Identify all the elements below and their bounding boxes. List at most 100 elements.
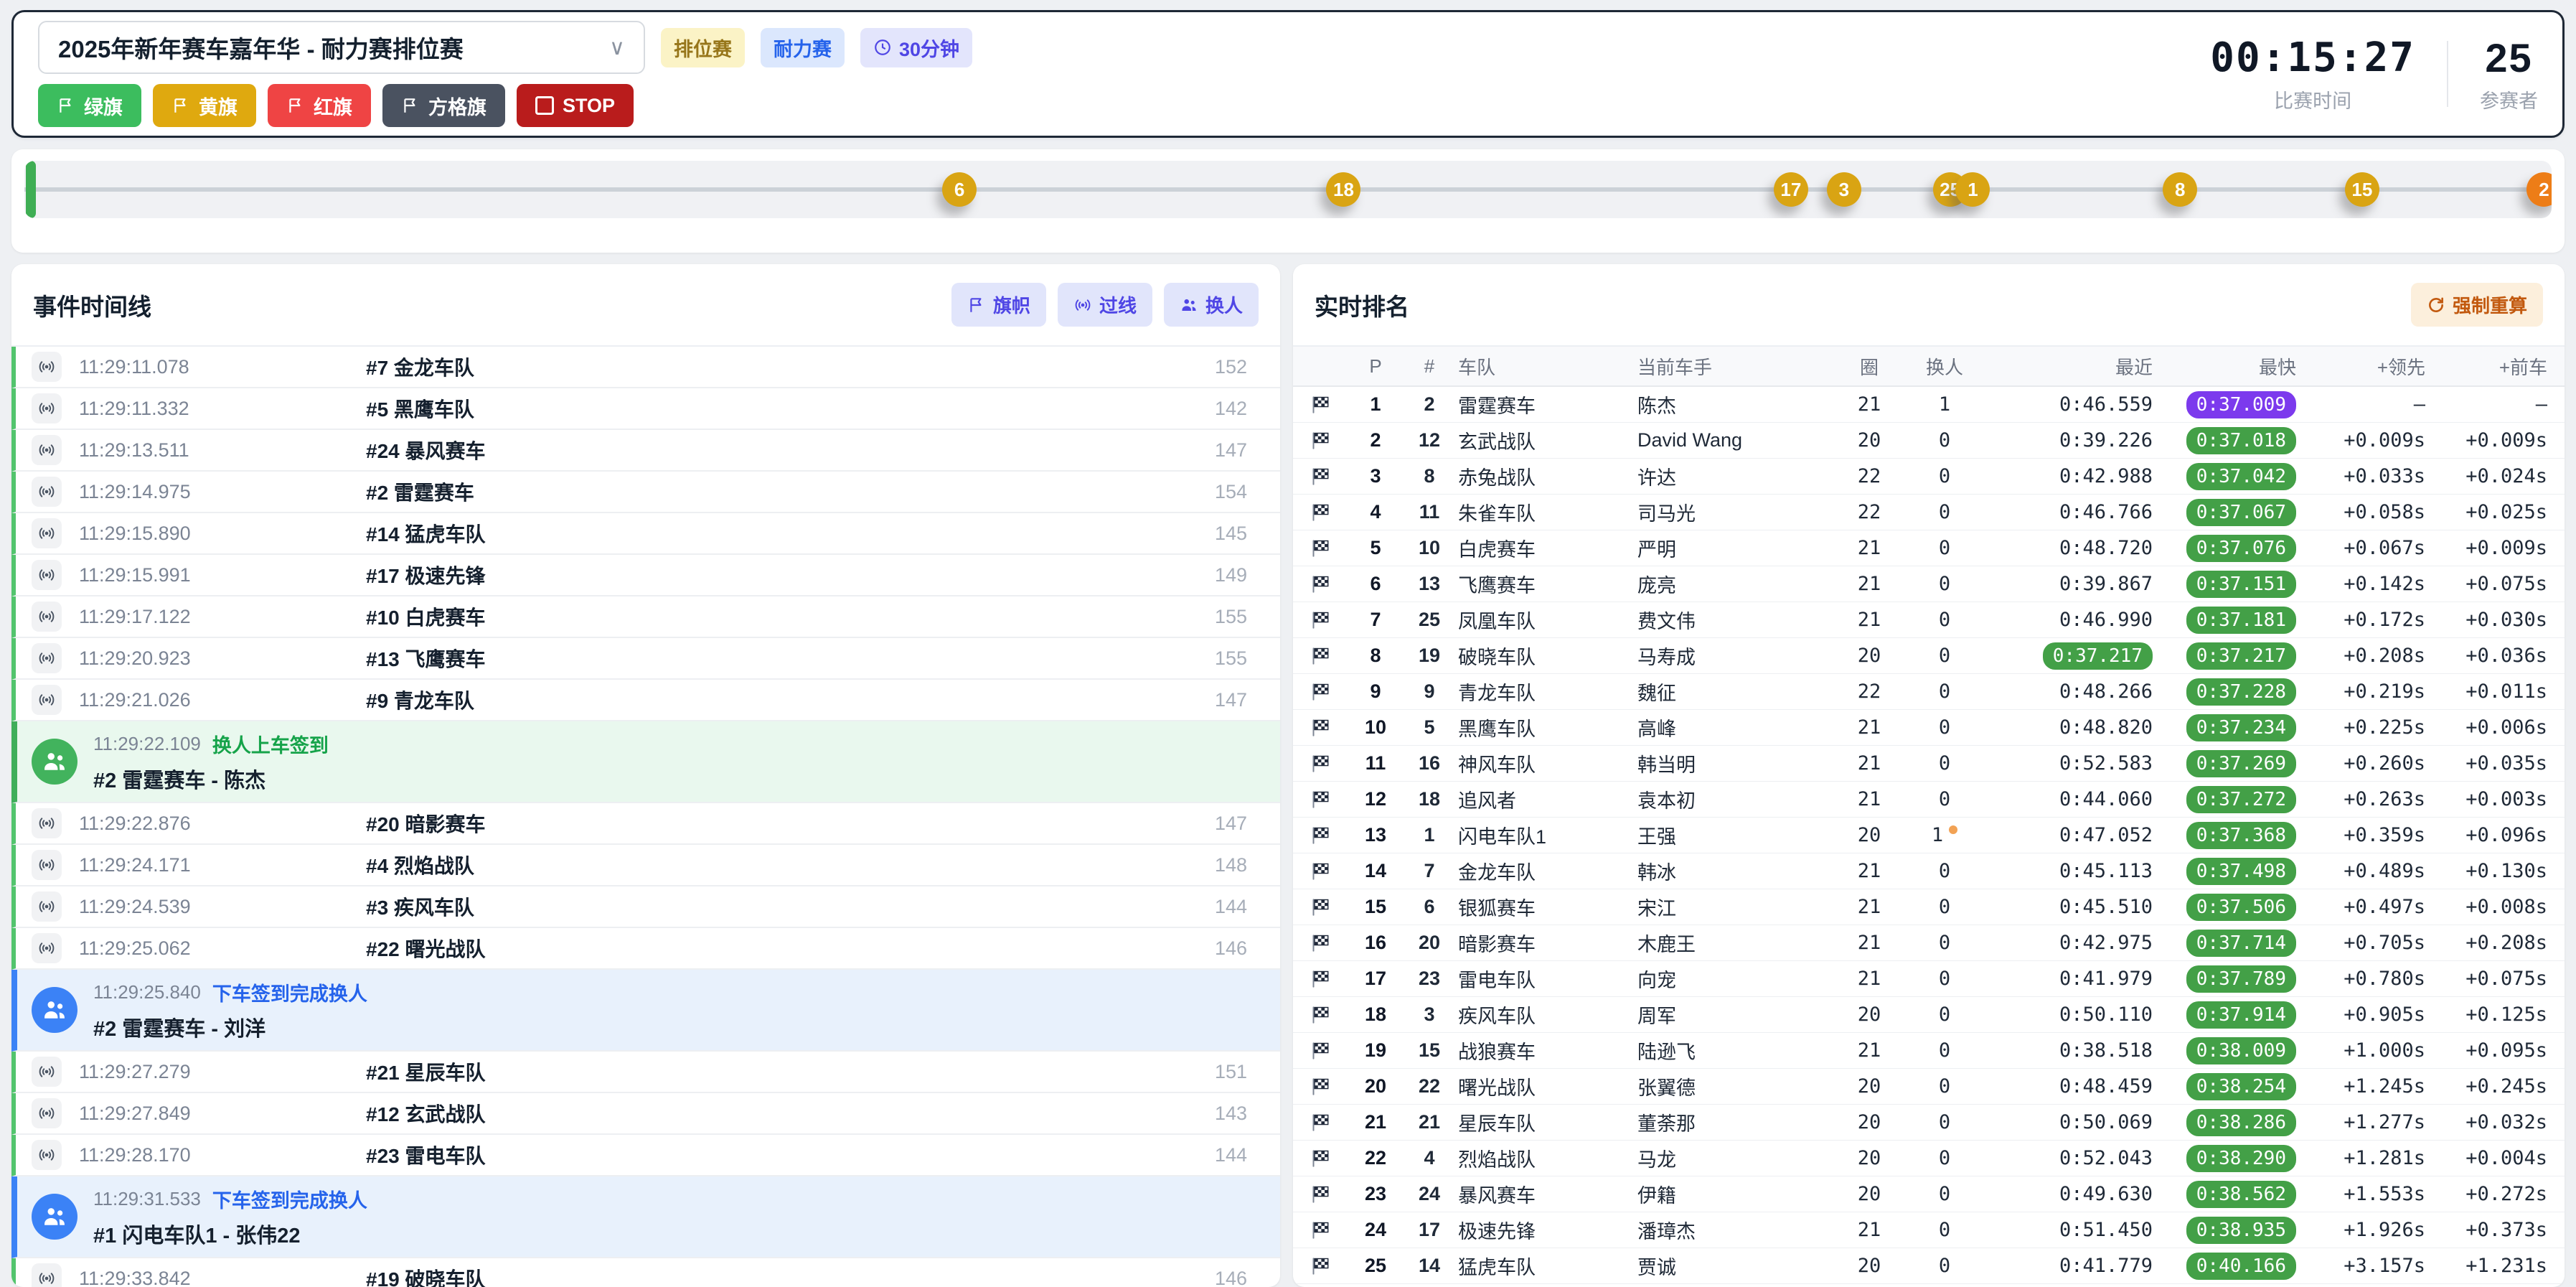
- swap-count: 0: [1902, 465, 1988, 487]
- standings-row[interactable]: 99青龙车队魏征2200:48.2660:37.228+0.219s+0.011…: [1293, 674, 2565, 710]
- position: 1: [1350, 393, 1401, 416]
- swap-count: 0: [1902, 1219, 1988, 1241]
- event-row-crossing[interactable]: 11:29:25.062#22 曙光战队146: [11, 928, 1280, 970]
- standings-row[interactable]: 613飞鹰赛车庞亮2100:39.8670:37.151+0.142s+0.07…: [1293, 566, 2565, 602]
- standings-row[interactable]: 224烈焰战队马龙2000:52.0430:38.290+1.281s+0.00…: [1293, 1141, 2565, 1176]
- position: 3: [1350, 465, 1401, 487]
- flag-buttons: 绿旗黄旗红旗方格旗 STOP: [38, 84, 972, 127]
- standings-row[interactable]: 2514猛虎车队贾诚2000:41.7790:40.166+3.157s+1.2…: [1293, 1248, 2565, 1284]
- event-row-crossing[interactable]: 11:29:27.279#21 星辰车队151: [11, 1052, 1280, 1093]
- checkered-flag-cell: [1310, 825, 1350, 846]
- fastest-lap-cell: 0:37.228: [2153, 678, 2296, 706]
- crossing-icon: [37, 1146, 56, 1164]
- event-row-crossing[interactable]: 11:29:28.170#23 雷电车队144: [11, 1135, 1280, 1176]
- flag-button-red[interactable]: 红旗: [268, 84, 371, 127]
- event-lap-count: 151: [1215, 1061, 1247, 1083]
- standings-row[interactable]: 1116神风车队韩当明2100:52.5830:37.269+0.260s+0.…: [1293, 746, 2565, 782]
- event-row-crossing[interactable]: 11:29:22.876#20 暗影赛车147: [11, 803, 1280, 845]
- fastest-lap-badge: 0:38.562: [2186, 1181, 2296, 1208]
- event-row-crossing[interactable]: 11:29:11.078#7 金龙车队152: [11, 347, 1280, 388]
- timeline-filter-swaps[interactable]: 换人: [1164, 283, 1259, 327]
- standings-row[interactable]: 510白虎赛车严明2100:48.7200:37.076+0.067s+0.00…: [1293, 530, 2565, 566]
- event-row-crossing[interactable]: 11:29:13.511#24 暴风赛车147: [11, 430, 1280, 472]
- current-driver: 董荼那: [1637, 1108, 1837, 1136]
- event-row-driver-swap-out[interactable]: 11:29:31.533下车签到完成换人#1 闪电车队1 - 张伟22: [11, 1176, 1280, 1258]
- swap-count: 0: [1902, 501, 1988, 523]
- standings-row[interactable]: 183疾风车队周军2000:50.1100:37.914+0.905s+0.12…: [1293, 997, 2565, 1033]
- fastest-lap-badge: 0:37.181: [2186, 607, 2296, 634]
- standings-row[interactable]: 2324暴风赛车伊籍2000:49.6300:38.562+1.553s+0.2…: [1293, 1176, 2565, 1212]
- event-lap-count: 149: [1215, 564, 1247, 586]
- standings-row[interactable]: 105黑鹰车队高峰2100:48.8200:37.234+0.225s+0.00…: [1293, 710, 2565, 746]
- car-number: 15: [1401, 1039, 1458, 1062]
- event-row-crossing[interactable]: 11:29:21.026#9 青龙车队147: [11, 680, 1280, 721]
- event-row-crossing[interactable]: 11:29:33.842#19 破晓车队146: [11, 1258, 1280, 1287]
- crossing-icon: [37, 399, 56, 418]
- swap-count: 0: [1902, 1003, 1988, 1026]
- car-position-marker[interactable]: 8: [2163, 172, 2197, 207]
- flag-button-yellow[interactable]: 黄旗: [153, 84, 256, 127]
- standings-row[interactable]: 147金龙车队韩冰2100:45.1130:37.498+0.489s+0.13…: [1293, 853, 2565, 889]
- flag-button-green[interactable]: 绿旗: [38, 84, 141, 127]
- gap-to-leader: +0.142s: [2296, 573, 2425, 595]
- lap-count: 20: [1837, 1003, 1902, 1026]
- event-row-crossing[interactable]: 11:29:14.975#2 雷霆赛车154: [11, 472, 1280, 513]
- standings-row[interactable]: 1218追风者袁本初2100:44.0600:37.272+0.263s+0.0…: [1293, 782, 2565, 818]
- standings-row[interactable]: 819破晓车队马寿成2000:37.2170:37.217+0.208s+0.0…: [1293, 638, 2565, 674]
- standings-row[interactable]: 1723雷电车队向宠2100:41.9790:37.789+0.780s+0.0…: [1293, 961, 2565, 997]
- timeline-filter-flags[interactable]: 旗帜: [951, 283, 1046, 327]
- gap-to-ahead: +0.032s: [2425, 1111, 2547, 1133]
- gap-to-leader: +0.172s: [2296, 609, 2425, 631]
- gap-to-ahead: +0.075s: [2425, 968, 2547, 990]
- timeline-filters: 旗帜过线换人: [951, 283, 1259, 327]
- event-row-crossing[interactable]: 11:29:11.332#5 黑鹰车队142: [11, 388, 1280, 430]
- force-recalc-button[interactable]: 强制重算: [2411, 283, 2543, 327]
- car-position-marker[interactable]: 6: [942, 172, 977, 207]
- event-row-crossing[interactable]: 11:29:24.171#4 烈焰战队148: [11, 845, 1280, 886]
- standings-row[interactable]: 2417极速先锋潘璋杰2100:51.4500:38.935+1.926s+0.…: [1293, 1212, 2565, 1248]
- car-number: 16: [1401, 752, 1458, 774]
- flag-button-chk[interactable]: 方格旗: [382, 84, 505, 127]
- recent-lap-cell: 0:52.583: [1988, 752, 2153, 774]
- standings-row[interactable]: 12雷霆赛车陈杰2110:46.5590:37.009––: [1293, 387, 2565, 423]
- recent-lap-cell: 0:50.069: [1988, 1111, 2153, 1133]
- standings-row[interactable]: 725凤凰车队费文伟2100:46.9900:37.181+0.172s+0.0…: [1293, 602, 2565, 638]
- car-position-marker[interactable]: 3: [1827, 172, 1861, 207]
- gap-to-ahead: +1.231s: [2425, 1255, 2547, 1277]
- event-row-crossing[interactable]: 11:29:15.890#14 猛虎车队145: [11, 513, 1280, 555]
- event-select[interactable]: 2025年新年赛车嘉年华 - 耐力赛排位赛 ∨: [38, 21, 645, 74]
- standings-row[interactable]: 2121星辰车队董荼那2000:50.0690:38.286+1.277s+0.…: [1293, 1105, 2565, 1141]
- standings-row[interactable]: 156银狐赛车宋江2100:45.5100:37.506+0.497s+0.00…: [1293, 889, 2565, 925]
- car-position-marker[interactable]: 1: [1955, 172, 1990, 207]
- standings-row[interactable]: 2022曙光战队张翼德2000:48.4590:38.254+1.245s+0.…: [1293, 1069, 2565, 1105]
- standings-row[interactable]: 411朱雀车队司马光2200:46.7660:37.067+0.058s+0.0…: [1293, 495, 2565, 530]
- timeline-filter-crossings[interactable]: 过线: [1058, 283, 1152, 327]
- standings-row[interactable]: 1915战狼赛车陆逊飞2100:38.5180:38.009+1.000s+0.…: [1293, 1033, 2565, 1069]
- gap-to-leader: +0.497s: [2296, 896, 2425, 918]
- event-row-crossing[interactable]: 11:29:15.991#17 极速先锋149: [11, 555, 1280, 596]
- standings-row[interactable]: 38赤兔战队许达2200:42.9880:37.042+0.033s+0.024…: [1293, 459, 2565, 495]
- standings-row[interactable]: 1620暗影赛车木鹿王2100:42.9750:37.714+0.705s+0.…: [1293, 925, 2565, 961]
- car-number: 17: [1401, 1219, 1458, 1241]
- current-driver: 韩冰: [1637, 857, 1837, 885]
- recent-lap-time: 0:39.226: [2059, 429, 2153, 451]
- duration-badge: 30分钟: [860, 28, 972, 67]
- event-row-crossing[interactable]: 11:29:24.539#3 疾风车队144: [11, 886, 1280, 928]
- event-row-driver-swap-in[interactable]: 11:29:22.109换人上车签到#2 雷霆赛车 - 陈杰: [11, 721, 1280, 803]
- lap-count: 20: [1837, 824, 1902, 846]
- car-position-marker[interactable]: 18: [1326, 172, 1360, 207]
- gap-to-ahead: +0.035s: [2425, 752, 2547, 774]
- stop-button[interactable]: STOP: [517, 84, 634, 127]
- car-position-marker[interactable]: 17: [1774, 172, 1808, 207]
- event-row-driver-swap-out[interactable]: 11:29:25.840下车签到完成换人#2 雷霆赛车 - 刘洋: [11, 970, 1280, 1052]
- event-row-crossing[interactable]: 11:29:27.849#12 玄武战队143: [11, 1093, 1280, 1135]
- standings-row[interactable]: 131闪电车队1王强2010:47.0520:37.368+0.359s+0.0…: [1293, 818, 2565, 853]
- event-row-crossing[interactable]: 11:29:17.122#10 白虎赛车155: [11, 596, 1280, 638]
- car-position-marker[interactable]: 2: [2526, 172, 2552, 207]
- progress-track: 6181732518152: [24, 161, 2552, 218]
- car-position-marker[interactable]: 15: [2345, 172, 2379, 207]
- event-row-crossing[interactable]: 11:29:20.923#13 飞鹰赛车155: [11, 638, 1280, 680]
- fastest-lap-badge: 0:37.272: [2186, 786, 2296, 813]
- standings-row[interactable]: 212玄武战队David Wang2000:39.2260:37.018+0.0…: [1293, 423, 2565, 459]
- current-driver: 陈杰: [1637, 390, 1837, 418]
